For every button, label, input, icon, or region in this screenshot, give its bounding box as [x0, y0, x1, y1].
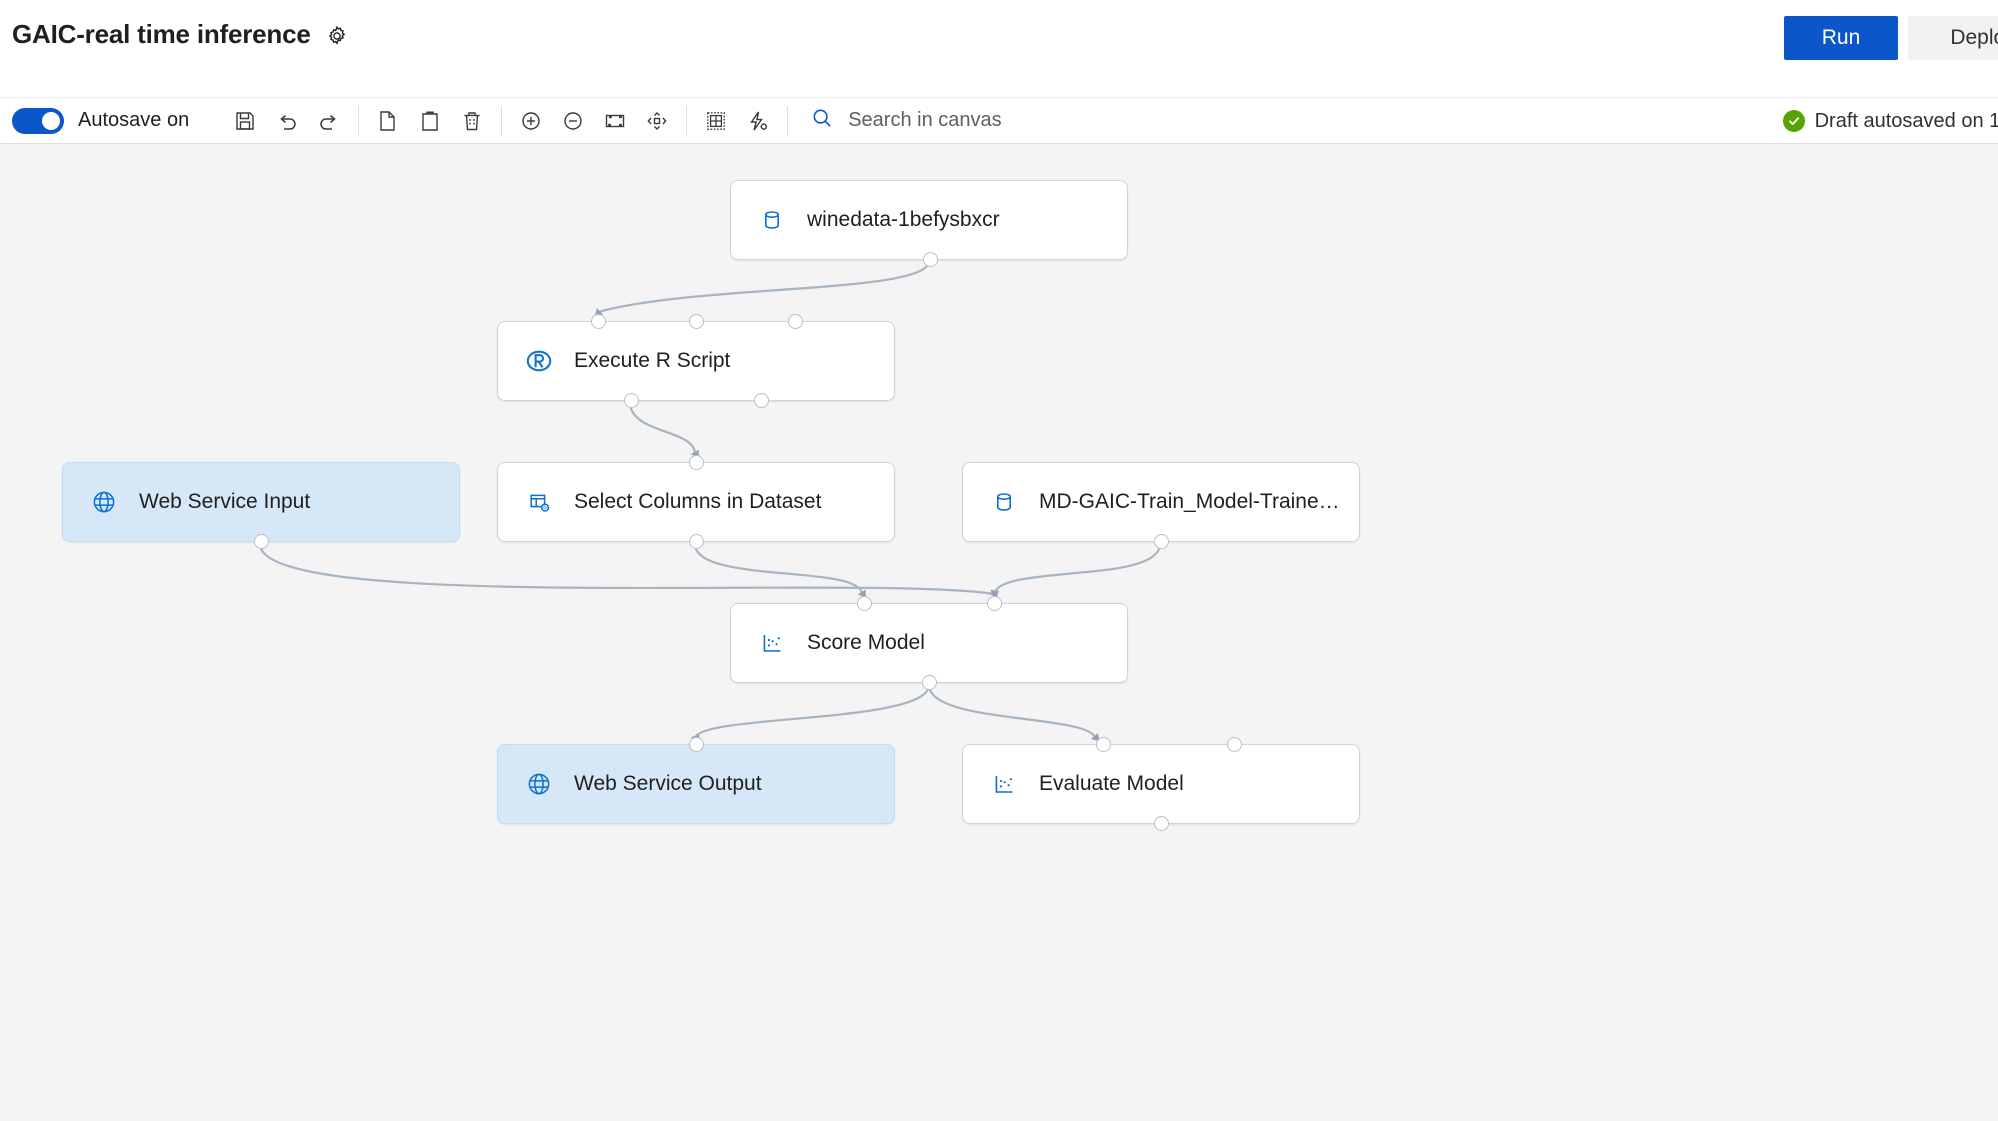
titlebar-actions: Run Deploy	[1784, 16, 1998, 60]
autosave-status-text: Draft autosaved on 11/22/2019, 3	[1815, 110, 1998, 133]
redo-icon[interactable]	[308, 100, 350, 142]
output-port[interactable]	[624, 393, 639, 408]
gear-icon[interactable]	[323, 22, 351, 50]
toolbar-group-file	[224, 100, 350, 142]
grid-icon[interactable]	[695, 100, 737, 142]
input-port[interactable]	[591, 314, 606, 329]
run-button[interactable]: Run	[1784, 16, 1898, 60]
edge-scoremodel-to-webserviceoutput	[695, 685, 929, 738]
fit-to-screen-icon[interactable]	[594, 100, 636, 142]
r-language-icon	[526, 348, 552, 374]
output-port[interactable]	[754, 393, 769, 408]
edge-executerscript-to-selectcolumns	[630, 402, 695, 454]
input-port[interactable]	[689, 314, 704, 329]
deploy-button[interactable]: Deploy	[1908, 16, 1998, 60]
toolbar-group-view	[510, 100, 678, 142]
edge-scoremodel-to-evaluatemodel	[929, 685, 1095, 738]
select-columns-icon	[526, 489, 552, 515]
node-label: Web Service Output	[574, 772, 778, 796]
node-evaluate-model[interactable]: Evaluate Model	[962, 744, 1360, 824]
zoom-out-icon[interactable]	[552, 100, 594, 142]
search-icon	[810, 106, 834, 135]
node-label: winedata-1befysbxcr	[807, 208, 1016, 232]
node-label: Score Model	[807, 631, 941, 655]
input-port[interactable]	[689, 455, 704, 470]
input-port[interactable]	[1227, 737, 1242, 752]
save-icon[interactable]	[224, 100, 266, 142]
dataset-icon	[991, 489, 1017, 515]
node-execute-r-script[interactable]: Execute R Script	[497, 321, 895, 401]
delete-icon[interactable]	[451, 100, 493, 142]
node-score-model[interactable]: Score Model	[730, 603, 1128, 683]
node-trained-model[interactable]: MD-GAIC-Train_Model-Trained...	[962, 462, 1360, 542]
toolbar-divider	[501, 106, 502, 136]
node-label: Evaluate Model	[1039, 772, 1200, 796]
autosave-status: Draft autosaved on 11/22/2019, 3	[1783, 98, 1998, 144]
output-port[interactable]	[922, 675, 937, 690]
title-bar: GAIC-real time inference Run Deploy	[0, 0, 1998, 98]
output-port[interactable]	[1154, 816, 1169, 831]
input-port[interactable]	[689, 737, 704, 752]
toolbar-divider	[787, 106, 788, 136]
node-label: MD-GAIC-Train_Model-Trained...	[1039, 490, 1359, 514]
input-port[interactable]	[857, 596, 872, 611]
paste-icon[interactable]	[409, 100, 451, 142]
dataset-icon	[759, 207, 785, 233]
toolbar-group-edit	[367, 100, 493, 142]
output-port[interactable]	[689, 534, 704, 549]
search-input[interactable]	[846, 108, 1246, 133]
page-title: GAIC-real time inference	[12, 19, 311, 50]
toolbar-divider	[358, 106, 359, 136]
output-port[interactable]	[1154, 534, 1169, 549]
autosave-group: Autosave on	[12, 108, 189, 134]
edge-selectcolumns-to-scoremodel	[695, 544, 862, 594]
run-settings-icon[interactable]	[737, 100, 779, 142]
node-web-service-output[interactable]: Web Service Output	[497, 744, 895, 824]
canvas-toolbar: Autosave on	[0, 98, 1998, 144]
globe-icon	[526, 771, 552, 797]
edge-trainedmodel-to-scoremodel	[994, 544, 1160, 594]
score-model-icon	[991, 771, 1017, 797]
copy-icon[interactable]	[367, 100, 409, 142]
node-label: Select Columns in Dataset	[574, 490, 837, 514]
node-label: Web Service Input	[139, 490, 326, 514]
input-port[interactable]	[788, 314, 803, 329]
autosave-label: Autosave on	[78, 109, 189, 132]
globe-icon	[91, 489, 117, 515]
pipeline-canvas[interactable]: winedata-1befysbxcr Execute R Script Web…	[0, 144, 1998, 1121]
toolbar-divider	[686, 106, 687, 136]
auto-arrange-icon[interactable]	[636, 100, 678, 142]
node-web-service-input[interactable]: Web Service Input	[62, 462, 460, 542]
input-port[interactable]	[987, 596, 1002, 611]
search-in-canvas[interactable]	[810, 106, 1246, 135]
score-model-icon	[759, 630, 785, 656]
edge-winedata-to-executerscript	[598, 261, 929, 312]
toolbar-group-canvas	[695, 100, 779, 142]
zoom-in-icon[interactable]	[510, 100, 552, 142]
node-label: Execute R Script	[574, 349, 746, 373]
success-check-icon	[1783, 110, 1805, 132]
node-winedata[interactable]: winedata-1befysbxcr	[730, 180, 1128, 260]
autosave-toggle[interactable]	[12, 108, 64, 134]
output-port[interactable]	[254, 534, 269, 549]
node-select-columns-in-dataset[interactable]: Select Columns in Dataset	[497, 462, 895, 542]
title-wrap: GAIC-real time inference	[12, 19, 351, 50]
output-port[interactable]	[923, 252, 938, 267]
edge-webserviceinput-to-scoremodel	[260, 544, 994, 594]
undo-icon[interactable]	[266, 100, 308, 142]
input-port[interactable]	[1096, 737, 1111, 752]
